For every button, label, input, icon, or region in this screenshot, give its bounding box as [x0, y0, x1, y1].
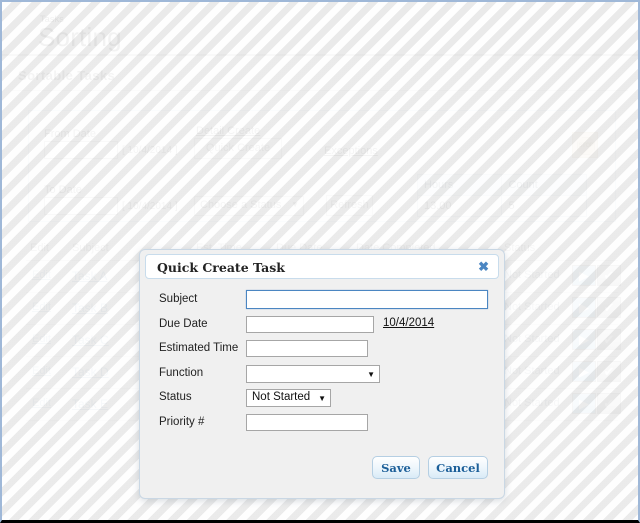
column-header-status[interactable]: Status: [504, 242, 535, 254]
close-icon[interactable]: ✖: [478, 259, 489, 275]
stop-sign-glyph: STOP: [577, 137, 595, 155]
row-subject-link[interactable]: Task C: [72, 333, 109, 347]
due-date-input[interactable]: [246, 316, 374, 333]
section-divider: [12, 90, 628, 91]
from-date-picker-link[interactable]: [ 10/4/2014 ]: [122, 145, 178, 156]
due-date-picker-link[interactable]: 10/4/2014: [383, 317, 434, 329]
function-select[interactable]: ▼: [246, 365, 380, 383]
row-status: Not Started: [504, 269, 560, 281]
summary-header-row: Hours Count: [416, 174, 587, 196]
quick-create-button[interactable]: Quick Create: [194, 138, 282, 159]
priority-input[interactable]: [246, 414, 368, 431]
estimated-time-input[interactable]: [246, 340, 368, 357]
application-page: Tasks Sorting Sortable Tasks From Date […: [0, 0, 640, 523]
section-title: Sortable Tasks: [18, 68, 116, 83]
row-subject-link[interactable]: Task E: [72, 397, 108, 411]
row-status: Not Started: [504, 365, 560, 377]
summary-header-hours: Hours: [416, 174, 503, 196]
status-filter-select[interactable]: ▼ Choose a Status: [194, 196, 304, 216]
row-status: Not Started: [504, 301, 560, 313]
quick-create-task-dialog: Quick Create Task ✖ Subject Due Date 10/…: [139, 249, 505, 499]
status-value: Not Started: [252, 391, 311, 403]
row-complete-button[interactable]: ✔: [597, 329, 621, 350]
row-start-button[interactable]: ▶: [572, 329, 596, 350]
from-date-label: From Date: [44, 128, 96, 140]
summary-value-hours: 13.00: [416, 195, 503, 217]
to-date-picker-link[interactable]: [ 10/4/2014 ]: [122, 201, 178, 212]
chevron-down-icon: ▼: [367, 370, 375, 379]
stop-sign-icon[interactable]: STOP: [572, 132, 598, 158]
summary-value-count: 5: [501, 195, 587, 217]
row-complete-button[interactable]: ✔: [597, 265, 621, 286]
summary-value-row: 13.00 5: [416, 195, 587, 217]
row-complete-button[interactable]: ✔: [597, 297, 621, 318]
column-header-subject[interactable]: Subject: [72, 242, 109, 254]
function-label: Function: [159, 367, 204, 379]
row-subject-link[interactable]: Task B: [72, 301, 108, 315]
status-label: Status: [159, 391, 192, 403]
column-header-edit[interactable]: Edit: [30, 242, 49, 254]
row-status: Not Started: [504, 333, 560, 345]
detail-create-link[interactable]: Detail Create: [196, 125, 260, 137]
due-date-label: Due Date: [159, 318, 208, 330]
summary-header-count: Count: [501, 174, 587, 196]
row-subject-link[interactable]: Task D: [72, 365, 109, 379]
row-edit-link[interactable]: Edit: [32, 365, 51, 377]
row-edit-link[interactable]: Edit: [32, 269, 51, 281]
page-title: Sorting: [38, 22, 122, 52]
row-edit-link[interactable]: Edit: [32, 301, 51, 313]
cancel-button[interactable]: Cancel: [428, 456, 488, 479]
row-complete-button[interactable]: ✔: [597, 361, 621, 382]
dialog-title-bar: Quick Create Task ✖: [145, 254, 499, 279]
exceptions-link[interactable]: Exceptions: [324, 145, 378, 157]
to-date-input[interactable]: [44, 197, 118, 215]
status-select[interactable]: ▼ Not Started: [246, 389, 331, 407]
chevron-down-icon: ▼: [318, 394, 326, 403]
estimated-time-label: Estimated Time: [159, 342, 239, 354]
refresh-button[interactable]: Refresh: [326, 195, 373, 216]
from-date-input[interactable]: [44, 141, 118, 159]
subject-input[interactable]: [246, 290, 488, 309]
to-date-label: To Date: [44, 184, 82, 196]
status-filter-value: Choose a Status: [200, 199, 282, 211]
subject-label: Subject: [159, 293, 198, 305]
row-start-button[interactable]: ▶: [572, 265, 596, 286]
page-header: Tasks Sorting: [2, 2, 638, 56]
chevron-down-icon: ▼: [291, 200, 299, 209]
row-start-button[interactable]: ▶: [572, 361, 596, 382]
priority-label: Priority #: [159, 416, 205, 428]
row-edit-link[interactable]: Edit: [32, 333, 51, 345]
row-subject-link[interactable]: Task A: [72, 269, 107, 283]
save-button[interactable]: Save: [372, 456, 420, 479]
summary-table: Hours Count 13.00 5: [416, 174, 587, 217]
row-start-button[interactable]: ▶: [572, 297, 596, 318]
row-complete-button[interactable]: ✔: [597, 393, 621, 414]
row-status: Not Started: [504, 397, 560, 409]
row-edit-link[interactable]: Edit: [32, 397, 51, 409]
dialog-title: Quick Create Task: [157, 260, 285, 275]
row-start-button[interactable]: ▶: [572, 393, 596, 414]
